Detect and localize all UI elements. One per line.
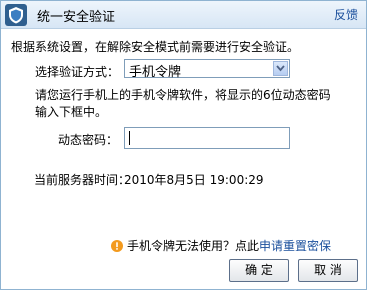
intro-text: 根据系统设置，在解除安全模式前需要进行安全验证。 [11, 40, 300, 54]
dropdown-button[interactable] [273, 61, 288, 76]
dialog-title: 统一安全验证 [37, 10, 116, 25]
help-line: 手机令牌无法使用？点此申请重置密保 [111, 237, 331, 254]
reset-security-link[interactable]: 申请重置密保 [259, 239, 331, 253]
warning-icon [111, 240, 123, 252]
method-label: 选择验证方式： [35, 65, 120, 79]
chevron-down-icon [276, 65, 285, 72]
help-text: 手机令牌无法使用？点此 [127, 239, 260, 253]
server-time-value: 2010年8月5日 19:00:29 [124, 173, 264, 187]
verification-method-select[interactable]: 手机令牌 [124, 59, 290, 80]
dynamic-code-label: 动态密码： [58, 133, 119, 147]
method-selected-value: 手机令牌 [129, 65, 182, 80]
cancel-button[interactable]: 取 消 [298, 259, 358, 282]
server-time-label: 当前服务器时间： [34, 173, 131, 187]
shield-icon [5, 4, 27, 26]
ok-button[interactable]: 确 定 [229, 259, 289, 282]
feedback-link[interactable]: 反馈 [334, 6, 358, 23]
security-verification-dialog: 统一安全验证 反馈 根据系统设置，在解除安全模式前需要进行安全验证。 选择验证方… [0, 0, 367, 290]
text-caret [129, 131, 130, 145]
title-bar: 统一安全验证 反馈 [1, 1, 366, 29]
instruction-text: 请您运行手机上的手机令牌软件，将显示的6位动态密码输入下框中。 [35, 88, 331, 119]
dynamic-code-input[interactable] [124, 127, 290, 149]
